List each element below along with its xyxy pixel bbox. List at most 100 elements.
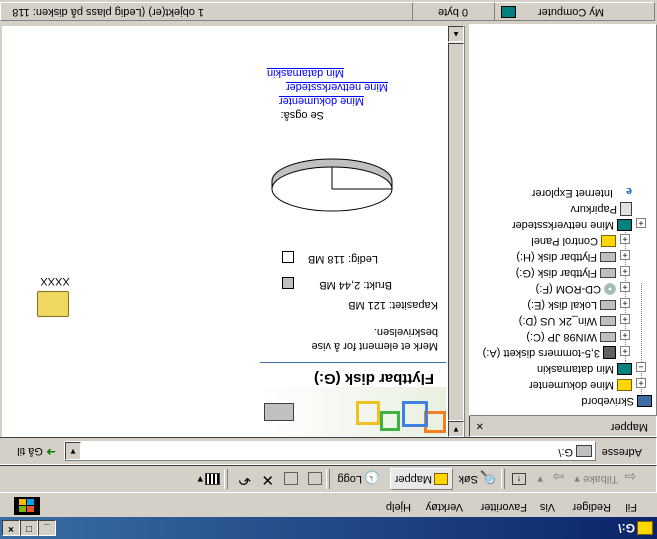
status-zone: My Computer bbox=[537, 6, 604, 18]
tree-item-desktop[interactable]: Skrivebord bbox=[581, 393, 652, 409]
status-objects-cell: 1 objekt(er) (Ledig plass på disken: 118… bbox=[0, 0, 413, 21]
menu-view[interactable]: Vis bbox=[540, 501, 555, 513]
tree-item-control-panel[interactable]: Control Panel bbox=[531, 233, 616, 249]
tree-item-network-places[interactable]: Mine nettverkssteder bbox=[512, 217, 632, 233]
link-my-network-places[interactable]: Mine nettverkssteder bbox=[286, 81, 388, 93]
undo-button[interactable]: ↶ bbox=[238, 470, 251, 488]
tree-item-d-drive[interactable]: Win_2K US (D:) bbox=[519, 313, 616, 329]
expand-cdrom-icon[interactable]: + bbox=[620, 282, 630, 292]
history-button[interactable]: 🕓Logg bbox=[338, 470, 380, 488]
network-icon bbox=[617, 218, 632, 231]
collapse-my-computer-icon[interactable]: − bbox=[636, 362, 646, 372]
file-item-name: XXXX bbox=[40, 275, 70, 287]
hard-drive-icon bbox=[600, 315, 616, 326]
views-button[interactable]: ▾ bbox=[197, 470, 220, 488]
tree-item-h-drive[interactable]: Flyttbar disk (H:) bbox=[516, 249, 616, 265]
hint-text: Merk et element for å vise beskrivelsen. bbox=[311, 326, 438, 352]
menu-tools[interactable]: Verktøy bbox=[426, 501, 463, 513]
expand-floppy-icon[interactable]: + bbox=[620, 346, 630, 356]
window-title: G:\ bbox=[618, 521, 635, 535]
see-also-label: Se også: bbox=[280, 109, 324, 121]
copy-to-button[interactable] bbox=[282, 470, 298, 488]
expand-my-documents-icon[interactable]: + bbox=[636, 378, 646, 388]
address-input[interactable]: G:\ ▼ bbox=[64, 441, 596, 461]
scroll-down-button[interactable]: ▲ bbox=[448, 26, 464, 42]
folders-pane-title: Mapper bbox=[610, 421, 648, 433]
move-to-icon bbox=[308, 472, 322, 486]
hard-drive-icon bbox=[600, 299, 616, 310]
forward-arrow-icon: ⇨ bbox=[552, 468, 564, 485]
title-bar[interactable]: G:\ _ □ × bbox=[0, 517, 657, 539]
title-underline bbox=[260, 362, 446, 363]
folders-pane-close-icon[interactable]: × bbox=[476, 419, 484, 434]
tree-item-cdrom[interactable]: CD-ROM (F:) bbox=[536, 281, 616, 297]
link-my-computer[interactable]: Min datamaskin bbox=[267, 67, 344, 79]
tree-item-my-computer[interactable]: Min datamaskin bbox=[537, 361, 632, 377]
my-computer-icon bbox=[501, 6, 516, 18]
forward-button[interactable]: ⇨ ▾ bbox=[537, 468, 564, 488]
cd-rom-icon bbox=[604, 282, 616, 295]
delete-button[interactable]: ✕ bbox=[261, 470, 274, 488]
expand-network-icon[interactable]: + bbox=[636, 218, 646, 228]
computer-icon bbox=[617, 362, 632, 375]
move-to-button[interactable] bbox=[306, 470, 322, 488]
go-arrow-icon: ➜ bbox=[45, 445, 56, 459]
menu-favorites[interactable]: Favoritter bbox=[481, 501, 527, 513]
explorer-window: G:\ _ □ × Fil Rediger Vis Favoritter Ver… bbox=[0, 0, 657, 539]
menu-edit[interactable]: Rediger bbox=[572, 501, 611, 513]
go-button[interactable]: ➜ Gå til bbox=[17, 445, 56, 459]
expand-control-panel-icon[interactable]: + bbox=[620, 234, 630, 244]
address-label: Adresse bbox=[601, 446, 642, 458]
status-zone-cell: My Computer bbox=[494, 2, 655, 21]
address-value: G:\ bbox=[558, 446, 573, 458]
address-dropdown-button[interactable]: ▼ bbox=[65, 442, 81, 460]
folders-button[interactable]: Mapper bbox=[389, 468, 453, 490]
menu-bar: Fil Rediger Vis Favoritter Verktøy Hjelp bbox=[0, 495, 657, 517]
close-button[interactable]: × bbox=[2, 520, 20, 536]
address-drive-icon bbox=[576, 445, 592, 457]
tree-item-e-drive[interactable]: Lokal disk (E:) bbox=[527, 297, 616, 313]
expand-g-drive-icon[interactable]: + bbox=[620, 266, 630, 276]
folder-icon bbox=[37, 291, 69, 317]
hard-drive-icon bbox=[600, 331, 616, 342]
removable-drive-large-icon bbox=[264, 403, 294, 421]
tree-item-my-documents[interactable]: Mine dokumenter bbox=[529, 377, 632, 393]
expand-h-drive-icon[interactable]: + bbox=[620, 250, 630, 260]
drive-banner-graphic bbox=[260, 387, 446, 437]
delete-icon: ✕ bbox=[261, 471, 274, 488]
minimize-button[interactable]: _ bbox=[38, 520, 56, 536]
status-size-cell: 0 byte bbox=[412, 2, 495, 21]
maximize-button[interactable]: □ bbox=[20, 520, 38, 536]
documents-folder-icon bbox=[617, 378, 632, 391]
expand-c-drive-icon[interactable]: + bbox=[620, 330, 630, 340]
tree-item-g-drive[interactable]: Flyttbar disk (G:) bbox=[516, 265, 616, 281]
status-objects: 1 objekt(er) (Ledig plass på disken: 118… bbox=[12, 0, 204, 18]
up-button[interactable]: ↑ bbox=[510, 470, 526, 488]
info-pane-scrollbar[interactable]: ▼ ▲ bbox=[448, 26, 464, 437]
desktop-icon bbox=[637, 394, 652, 407]
tree-item-recycle-bin[interactable]: Papirkurv bbox=[571, 201, 632, 217]
history-icon: 🕓 bbox=[363, 469, 380, 485]
expand-d-drive-icon[interactable]: + bbox=[620, 314, 630, 324]
back-button[interactable]: ⇦Tilbake ▾ bbox=[574, 469, 636, 488]
search-icon: 🔍 bbox=[479, 469, 496, 485]
banner-square-icon bbox=[356, 401, 380, 425]
search-button[interactable]: 🔍Søk bbox=[458, 470, 496, 488]
undo-icon: ↶ bbox=[238, 471, 251, 488]
control-panel-icon bbox=[601, 234, 616, 247]
tree-item-internet-explorer[interactable]: eInternet Explorer bbox=[532, 185, 632, 201]
windows-logo-icon bbox=[14, 497, 40, 515]
link-my-documents[interactable]: Mine dokumenter bbox=[279, 95, 364, 107]
disk-usage-pie bbox=[271, 158, 393, 212]
menu-file[interactable]: Fil bbox=[625, 501, 637, 513]
tree-item-floppy[interactable]: 3,5-tommers diskett (A:) bbox=[483, 345, 616, 361]
menu-help[interactable]: Hjelp bbox=[386, 501, 411, 513]
file-list[interactable]: XXXX bbox=[2, 26, 260, 437]
tree-item-c-drive[interactable]: WIN98 JP (C:) bbox=[526, 329, 616, 345]
used-text: Brukt: 2,44 MB bbox=[319, 279, 392, 291]
copy-to-icon bbox=[284, 472, 298, 486]
address-bar: Adresse G:\ ▼ ➜ Gå til bbox=[0, 437, 657, 465]
scroll-thumb[interactable] bbox=[448, 43, 464, 421]
scroll-up-button[interactable]: ▼ bbox=[448, 421, 464, 437]
expand-e-drive-icon[interactable]: + bbox=[620, 298, 630, 308]
